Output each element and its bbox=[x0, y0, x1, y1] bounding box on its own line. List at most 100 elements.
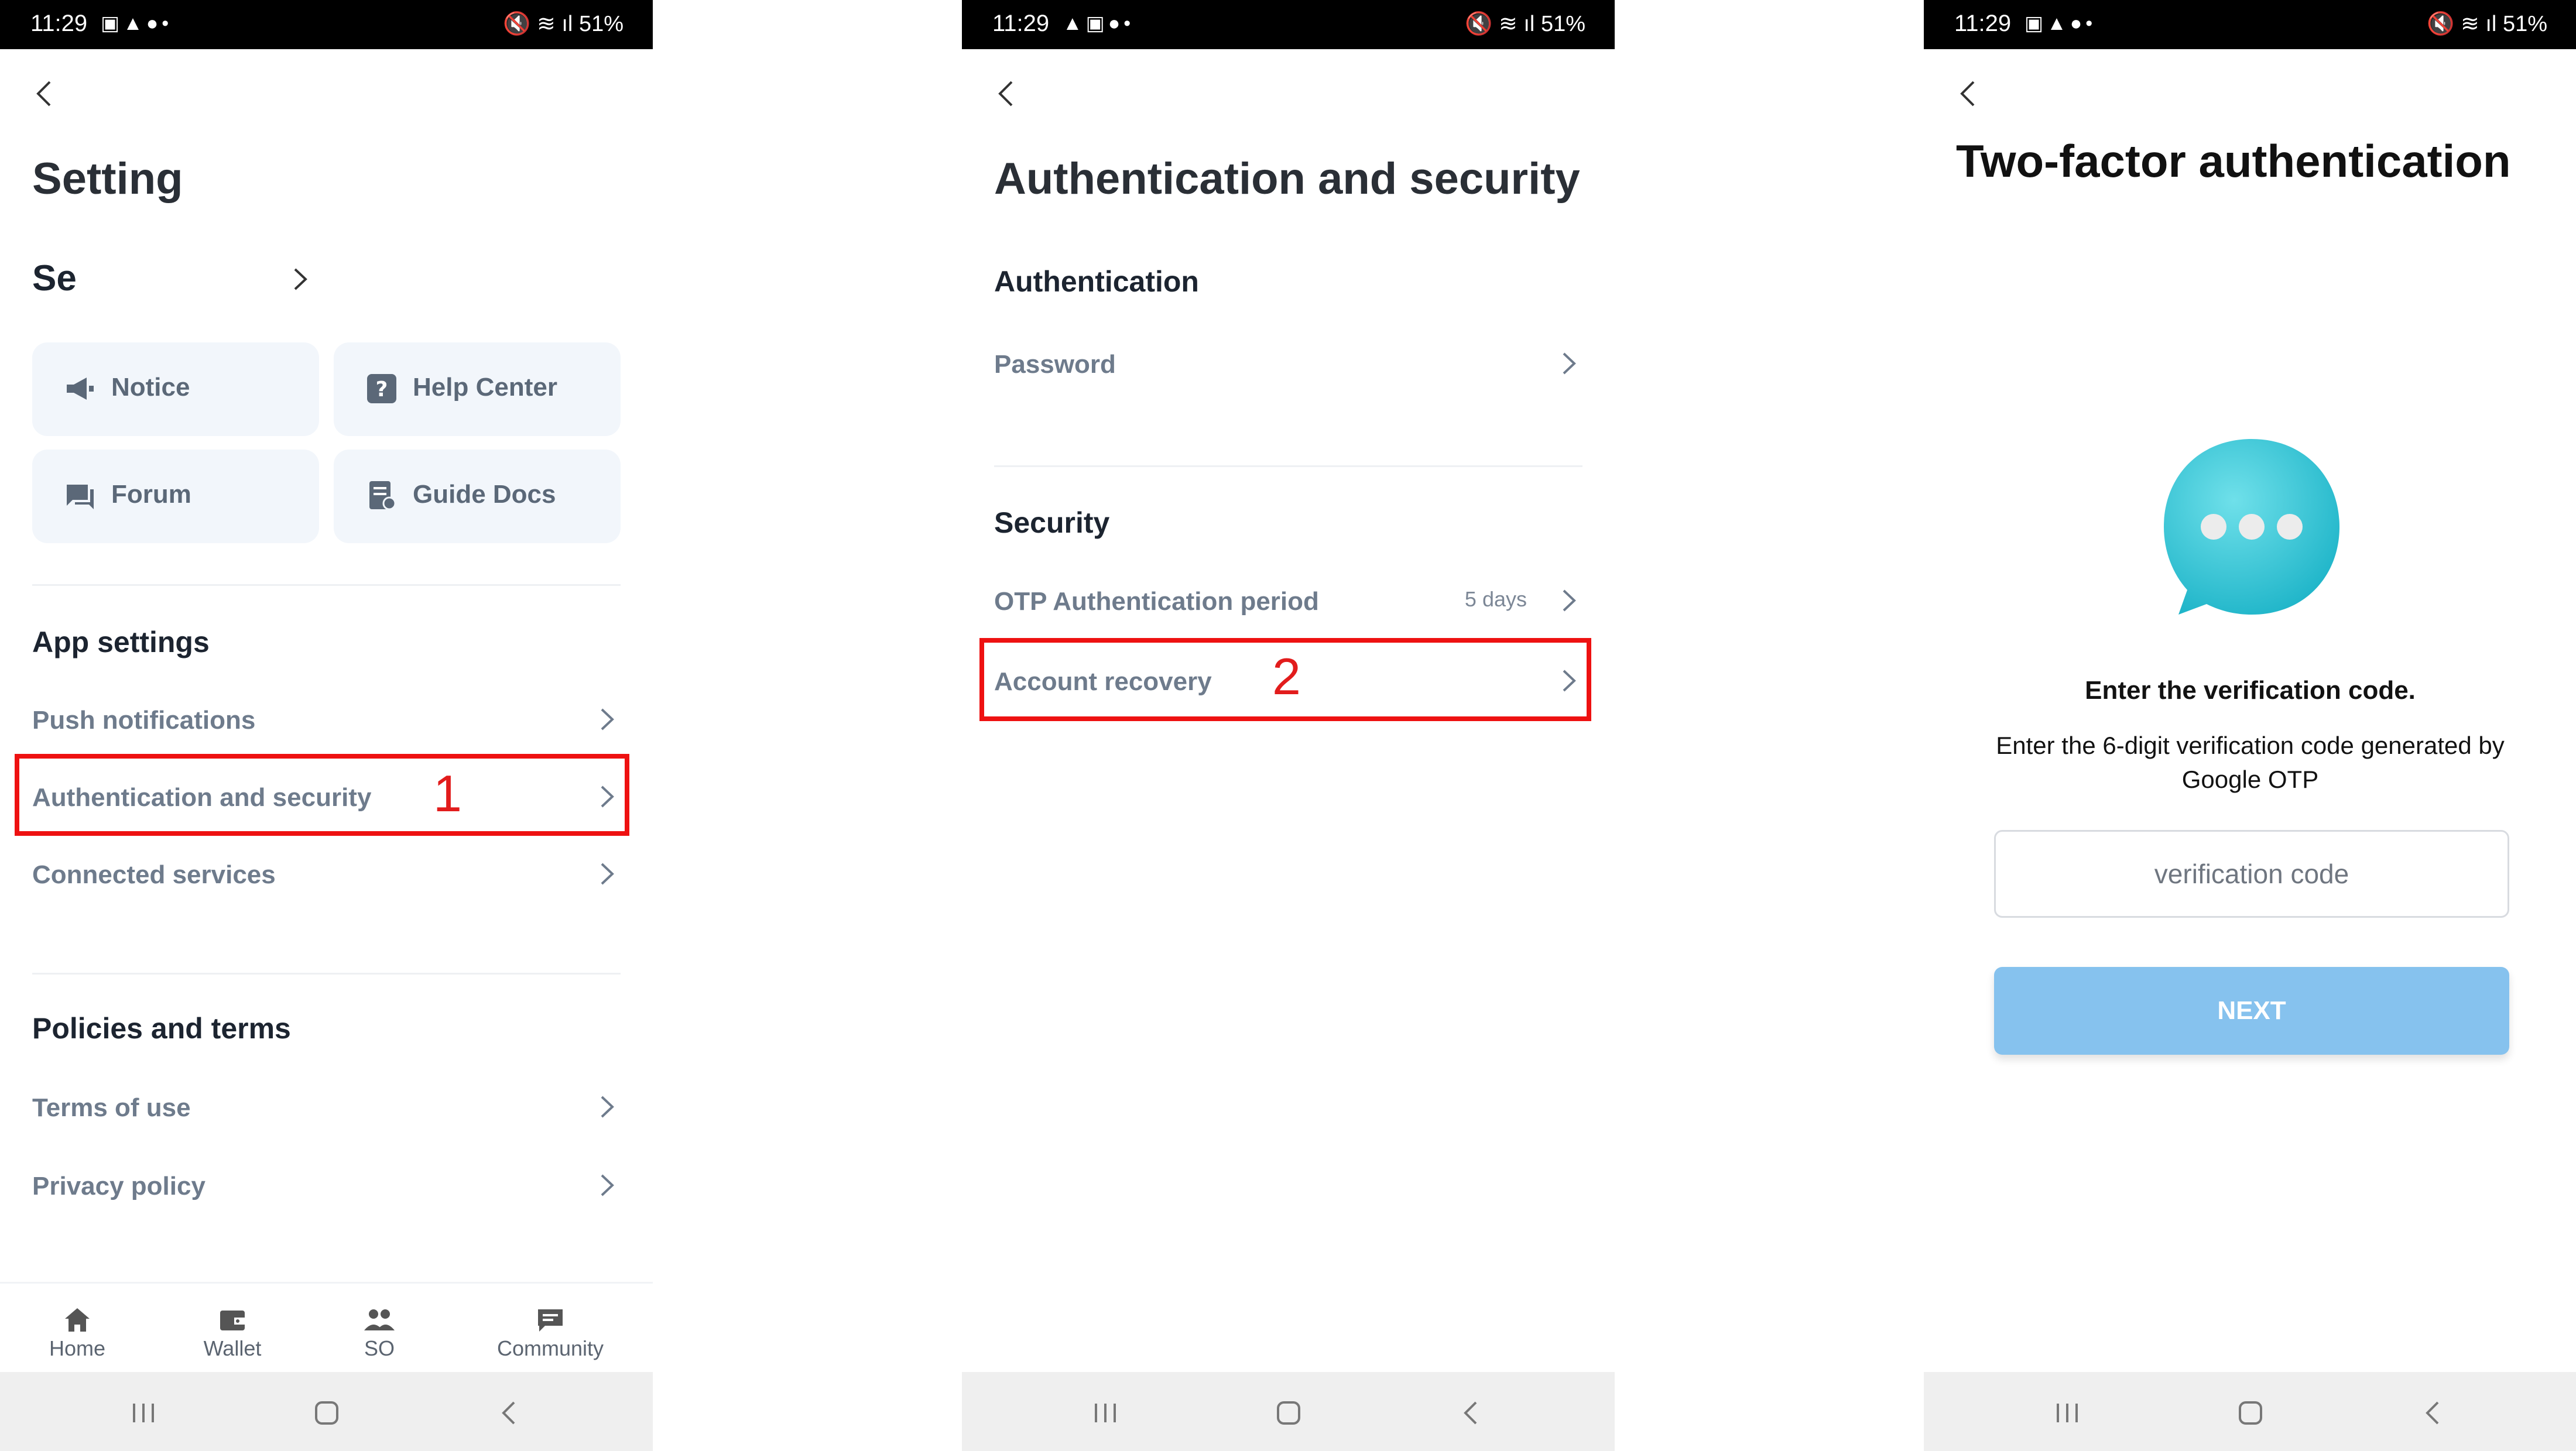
settings-item-push-notifications[interactable]: Push notifications bbox=[32, 695, 621, 742]
status-right: 🔇 ≋ ıl 51% bbox=[503, 11, 624, 37]
notification-icons: ▣▲●• bbox=[101, 12, 173, 35]
tile-label: Help Center bbox=[413, 373, 557, 402]
back-arrow-icon[interactable] bbox=[1956, 79, 1979, 108]
signal-icons: 🔇 ≋ ıl bbox=[2427, 12, 2503, 36]
profile-name: Se bbox=[32, 258, 77, 299]
tab-so[interactable]: SO bbox=[321, 1307, 438, 1361]
battery-level: 51% bbox=[2502, 12, 2547, 36]
signal-icons: 🔇 ≋ ıl bbox=[503, 12, 579, 36]
system-nav-bar bbox=[1924, 1372, 2576, 1451]
system-nav-bar bbox=[0, 1372, 653, 1451]
tab-label: Community bbox=[496, 1336, 604, 1360]
chevron-right-icon bbox=[1563, 589, 1576, 612]
verification-code-input[interactable] bbox=[1994, 830, 2509, 918]
status-bar: 11:29 ▲▣●• 🔇 ≋ ıl 51% bbox=[962, 0, 1615, 49]
chevron-right-icon bbox=[294, 268, 307, 290]
tab-home[interactable]: Home bbox=[19, 1307, 136, 1361]
two-factor-screen: 11:29 ▣▲●• 🔇 ≋ ıl 51% Two-factor authent… bbox=[1924, 0, 2576, 1451]
chat-icon bbox=[67, 485, 94, 509]
settings-item-privacy-policy[interactable]: Privacy policy bbox=[32, 1161, 621, 1208]
page-title: Two-factor authentication bbox=[1956, 135, 2511, 187]
status-bar: 11:29 ▣▲●• 🔇 ≋ ıl 51% bbox=[1924, 0, 2576, 49]
chevron-right-icon bbox=[601, 708, 614, 730]
tab-label: Wallet bbox=[203, 1336, 262, 1360]
tab-label: SO bbox=[364, 1336, 395, 1360]
status-time: 11:29 bbox=[992, 11, 1050, 36]
megaphone-icon bbox=[67, 378, 94, 400]
home-button-icon[interactable] bbox=[1271, 1395, 1306, 1431]
tile-label: Guide Docs bbox=[413, 480, 556, 509]
chevron-right-icon bbox=[601, 863, 614, 885]
step-marker: 2 bbox=[1272, 647, 1301, 705]
battery-level: 51% bbox=[578, 12, 624, 36]
row-label: Connected services bbox=[32, 860, 276, 889]
recent-apps-icon[interactable] bbox=[1088, 1395, 1123, 1431]
chevron-right-icon bbox=[601, 1174, 614, 1196]
row-label: Terms of use bbox=[32, 1093, 191, 1122]
page-title: Authentication and security bbox=[994, 154, 1580, 204]
authentication-security-screen: 11:29 ▲▣●• 🔇 ≋ ıl 51% Authentication and… bbox=[962, 0, 1615, 1451]
settings-item-otp-period[interactable]: OTP Authentication period 5 days bbox=[994, 577, 1582, 623]
tab-wallet[interactable]: Wallet bbox=[174, 1307, 291, 1361]
tile-forum[interactable]: Forum bbox=[32, 450, 319, 543]
system-back-icon[interactable] bbox=[2416, 1395, 2451, 1431]
settings-item-terms-of-use[interactable]: Terms of use bbox=[32, 1083, 621, 1130]
divider bbox=[32, 973, 621, 975]
divider bbox=[32, 584, 621, 586]
chat-bubble-icon bbox=[2164, 439, 2339, 615]
tab-label: Home bbox=[49, 1336, 106, 1360]
home-button-icon[interactable] bbox=[2233, 1395, 2268, 1431]
otp-period-value: 5 days bbox=[1464, 587, 1527, 611]
step-highlight-box bbox=[15, 754, 629, 836]
people-icon bbox=[364, 1309, 395, 1330]
status-right: 🔇 ≋ ıl 51% bbox=[1465, 11, 1585, 37]
notification-icons: ▣▲●• bbox=[2025, 12, 2097, 35]
step-marker: 1 bbox=[433, 764, 462, 822]
row-label: Push notifications bbox=[32, 706, 256, 735]
section-app-settings: App settings bbox=[32, 626, 210, 658]
community-icon bbox=[538, 1309, 563, 1332]
system-back-icon[interactable] bbox=[492, 1395, 527, 1431]
status-time: 11:29 bbox=[30, 11, 88, 36]
section-authentication: Authentication bbox=[994, 265, 1199, 298]
section-security: Security bbox=[994, 506, 1110, 539]
system-nav-bar bbox=[962, 1372, 1615, 1451]
back-arrow-icon[interactable] bbox=[32, 79, 56, 108]
home-icon bbox=[65, 1308, 90, 1332]
divider bbox=[994, 465, 1582, 467]
profile-row[interactable]: Se bbox=[32, 258, 313, 304]
section-policies: Policies and terms bbox=[32, 1012, 291, 1045]
chevron-right-icon bbox=[1563, 352, 1576, 375]
tile-notice[interactable]: Notice bbox=[32, 342, 319, 436]
status-time: 11:29 bbox=[1954, 11, 2012, 36]
battery-level: 51% bbox=[1540, 12, 1585, 36]
recent-apps-icon[interactable] bbox=[126, 1395, 161, 1431]
verification-description: Enter the 6-digit verification code gene… bbox=[1996, 732, 2505, 793]
signal-icons: 🔇 ≋ ıl bbox=[1465, 12, 1541, 36]
tile-help-center[interactable]: ? Help Center bbox=[334, 342, 621, 436]
row-label: Password bbox=[994, 350, 1116, 379]
wallet-icon bbox=[220, 1311, 245, 1330]
tile-guide-docs[interactable]: Guide Docs bbox=[334, 450, 621, 543]
question-icon: ? bbox=[367, 374, 396, 403]
chevron-right-icon bbox=[601, 1096, 614, 1118]
tile-label: Notice bbox=[111, 373, 190, 402]
home-button-icon[interactable] bbox=[309, 1395, 344, 1431]
settings-item-password[interactable]: Password bbox=[994, 339, 1582, 386]
status-bar: 11:29 ▣▲●• 🔇 ≋ ıl 51% bbox=[0, 0, 653, 49]
recent-apps-icon[interactable] bbox=[2050, 1395, 2085, 1431]
notification-icons: ▲▣●• bbox=[1063, 12, 1135, 35]
back-arrow-icon[interactable] bbox=[994, 79, 1018, 108]
status-right: 🔇 ≋ ıl 51% bbox=[2427, 11, 2547, 37]
verification-heading: Enter the verification code. bbox=[2085, 676, 2416, 705]
document-icon bbox=[369, 481, 396, 510]
tab-community[interactable]: Community bbox=[492, 1307, 609, 1361]
bottom-tab-bar: Home Wallet SO Community bbox=[0, 1282, 653, 1374]
settings-item-connected-services[interactable]: Connected services bbox=[32, 850, 621, 897]
page-title: Setting bbox=[32, 154, 183, 204]
next-button[interactable]: NEXT bbox=[1994, 967, 2509, 1055]
tile-label: Forum bbox=[111, 480, 191, 509]
row-label: OTP Authentication period bbox=[994, 587, 1319, 616]
system-back-icon[interactable] bbox=[1454, 1395, 1489, 1431]
svg-text:?: ? bbox=[376, 378, 388, 402]
